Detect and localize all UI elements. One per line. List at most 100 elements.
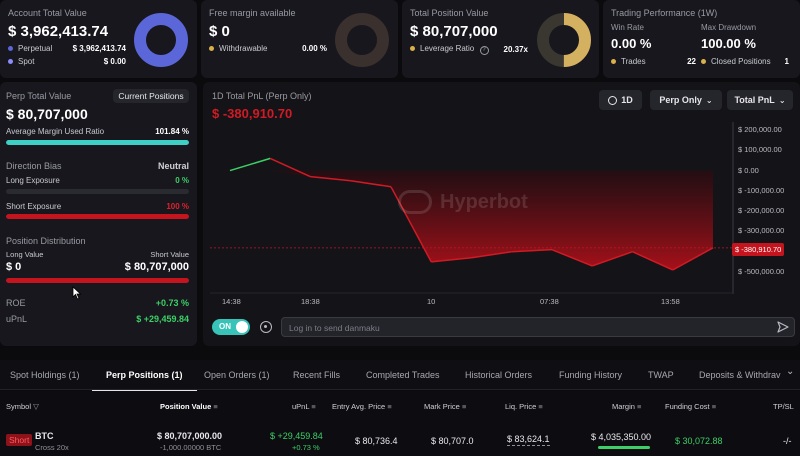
row-liq-price[interactable]: $ 83,624.1	[507, 434, 550, 446]
leverage-row: Leverage Ratio ? 20.37x	[410, 44, 528, 55]
win-rate-label: Win Rate	[611, 23, 644, 32]
distribution-bar	[6, 278, 189, 283]
sort-icon: ≡	[538, 402, 543, 411]
closed-value: 1	[784, 57, 789, 66]
account-donut-chart	[134, 13, 188, 67]
send-icon[interactable]	[777, 321, 789, 333]
tab-twap[interactable]: TWAP	[648, 370, 674, 380]
y-tick-label: $ 0.00	[738, 165, 759, 175]
current-positions-button[interactable]: Current Positions	[113, 89, 189, 103]
position-distribution-label: Position Distribution	[6, 236, 86, 246]
x-tick-label: 10	[427, 297, 436, 306]
perp-total-value: $ 80,707,000	[6, 106, 88, 122]
closed-dot	[701, 59, 706, 65]
closed-positions-row: Closed Positions 1	[701, 57, 789, 66]
avg-margin-bar-fill	[6, 140, 189, 145]
danmaku-input[interactable]: Log in to send danmaku	[281, 317, 795, 337]
hyperbot-logo-icon	[398, 190, 432, 214]
tab-completed-trades[interactable]: Completed Trades	[366, 370, 440, 380]
spot-dot	[8, 59, 13, 65]
x-tick-label: 07:38	[540, 297, 559, 306]
tab-spot-holdings-1[interactable]: Spot Holdings (1)	[10, 370, 80, 380]
y-tick-label: $ -200,000.00	[738, 206, 785, 216]
distribution-bar-fill	[6, 278, 189, 283]
header-symbol[interactable]: Symbol ▽	[6, 402, 39, 411]
y-tick-label: $ -300,000.00	[738, 226, 785, 236]
side-badge: Short	[6, 434, 33, 446]
header-position-value[interactable]: Position Value ≡	[160, 402, 218, 411]
row-funding-cost: $ 30,072.88	[675, 436, 723, 446]
header-liq-price[interactable]: Liq. Price ≡	[505, 402, 543, 411]
header-upnl[interactable]: uPnL ≡	[292, 402, 316, 411]
trading-performance-card: Trading Performance (1W) Win Rate 0.00 %…	[603, 0, 800, 78]
pnl-line-segment	[229, 157, 271, 172]
short-exposure-bar	[6, 214, 189, 219]
tab-perp-positions-1[interactable]: Perp Positions (1)	[92, 370, 197, 392]
header-margin[interactable]: Margin ≡	[612, 402, 641, 411]
y-tick-label: $ -500,000.00	[738, 267, 785, 276]
row-symbol[interactable]: BTC	[35, 431, 54, 441]
long-exposure-row: Long Exposure 0 %	[6, 176, 189, 185]
y-tick-label: $ -100,000.00	[738, 185, 785, 195]
perp-total-label: Perp Total Value	[6, 91, 72, 101]
tab-recent-fills[interactable]: Recent Fills	[293, 370, 340, 380]
withdrawable-dot	[209, 46, 214, 52]
row-mark-price: $ 80,707.0	[431, 436, 474, 446]
x-tick-label: 14:38	[222, 297, 241, 306]
header-tpsl: TP/SL	[773, 402, 794, 411]
total-position-value: $ 80,707,000	[410, 23, 498, 40]
perp-panel: Perp Total Value Current Positions $ 80,…	[0, 82, 197, 346]
trades-value: 22	[687, 57, 696, 66]
account-total-label: Account Total Value	[8, 8, 87, 18]
row-position-size: -1,000.00000 BTC	[160, 443, 222, 452]
tab-funding-history[interactable]: Funding History	[559, 370, 622, 380]
long-exposure-bar	[6, 189, 189, 194]
current-value-tag: $ -380,910.70	[732, 243, 785, 256]
avg-margin-row: Average Margin Used Ratio 101.84 %	[6, 127, 189, 136]
x-tick-label: 18:38	[301, 297, 320, 306]
spot-value: $ 0.00	[103, 57, 126, 66]
free-margin-label: Free margin available	[209, 8, 296, 18]
pnl-chart	[210, 122, 734, 294]
avg-margin-bar	[6, 140, 189, 145]
sort-icon: ≡	[711, 402, 717, 411]
danmaku-placeholder: Log in to send danmaku	[289, 323, 380, 333]
sort-icon: ≡	[387, 402, 392, 411]
trades-dot	[611, 59, 616, 65]
danmaku-settings-icon[interactable]	[260, 321, 272, 333]
help-icon[interactable]: ?	[479, 46, 489, 55]
tab-historical-orders[interactable]: Historical Orders	[465, 370, 532, 380]
y-tick-label: $ 100,000.00	[738, 145, 782, 155]
row-upnl-pct: +0.73 %	[292, 443, 320, 452]
filter-icon[interactable]: ▽	[33, 402, 39, 411]
short-exposure-bar-fill	[6, 214, 189, 219]
danmaku-toggle[interactable]: ON	[212, 319, 250, 335]
y-tick-label: $ 200,000.00	[738, 125, 782, 134]
withdrawable-value: 0.00 %	[302, 44, 327, 53]
total-position-card: Total Position Value $ 80,707,000 Levera…	[402, 0, 599, 78]
row-position-value: $ 80,707,000.00	[157, 431, 223, 441]
account-total-value: $ 3,962,413.74	[8, 23, 109, 40]
tabs-expand-chevron-icon[interactable]: ⌄	[786, 366, 794, 377]
header-funding-cost[interactable]: Funding Cost ≡	[665, 402, 716, 411]
sort-icon: ≡	[311, 402, 316, 411]
row-tpsl: -/-	[783, 436, 792, 446]
tab-deposits-withdrav[interactable]: Deposits & Withdrav	[699, 370, 781, 380]
row-upnl: $ +29,459.84	[270, 431, 323, 441]
total-position-label: Total Position Value	[410, 8, 489, 18]
row-margin: $ 4,035,350.00	[591, 432, 652, 442]
perpetual-row: Perpetual $ 3,962,413.74	[8, 44, 126, 53]
free-margin-value: $ 0	[209, 23, 230, 40]
withdrawable-row: Withdrawable 0.00 %	[209, 44, 327, 53]
max-drawdown-label: Max Drawdown	[701, 23, 757, 32]
header-mark-price[interactable]: Mark Price ≡	[424, 402, 466, 411]
header-entry-price[interactable]: Entry Avg. Price ≡	[332, 402, 392, 411]
sort-icon: ≡	[637, 402, 642, 411]
sort-icon: ≡	[461, 402, 467, 411]
distribution-values-row: $ 0 $ 80,707,000	[6, 261, 189, 273]
max-drawdown-value: 100.00 %	[701, 36, 756, 51]
margin-bar	[598, 446, 650, 449]
short-exposure-row: Short Exposure 100 %	[6, 202, 189, 211]
sort-icon: ≡	[213, 402, 218, 411]
tab-open-orders-1[interactable]: Open Orders (1)	[204, 370, 270, 380]
